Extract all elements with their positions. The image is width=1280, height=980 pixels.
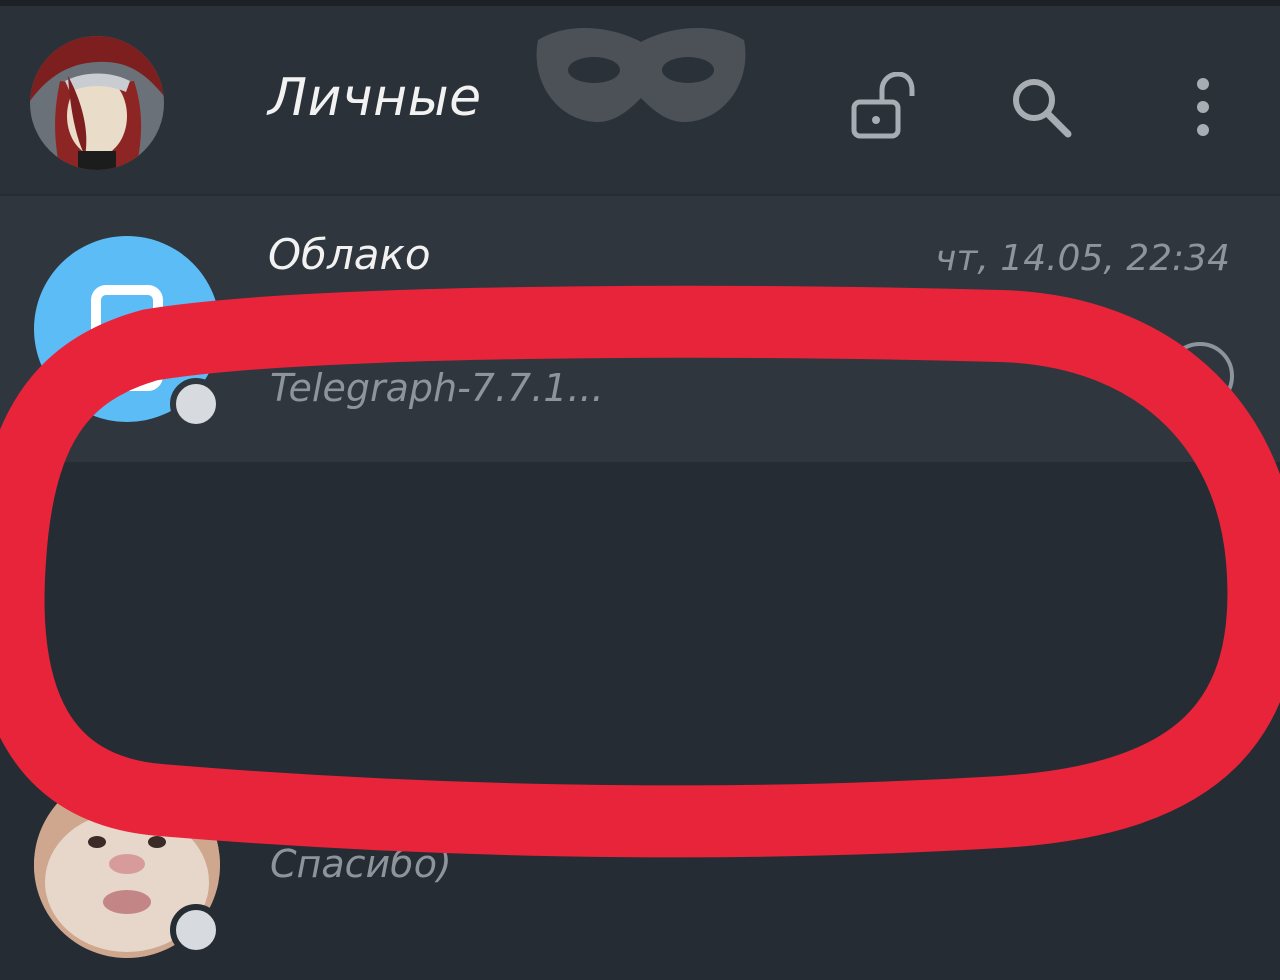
app-header: Личные	[0, 6, 1280, 194]
hidden-chat-area	[0, 462, 1280, 782]
chat-preview: Спасибо)	[270, 842, 452, 886]
chat-name: Облако	[268, 230, 431, 279]
profile-avatar-image	[30, 36, 164, 170]
status-dot	[170, 904, 222, 956]
read-status-icon	[1166, 342, 1234, 410]
status-dot	[170, 378, 222, 430]
header-title: Личные	[268, 68, 482, 128]
profile-avatar[interactable]	[30, 36, 164, 170]
search-icon[interactable]	[1006, 72, 1076, 142]
chat-time: чт, 14.05, 22:34	[935, 238, 1230, 279]
telegram-chat-list-screen: Личные Облако чт, 14.05, 22:34 Telegraph…	[0, 0, 1280, 980]
chat-row-cloud[interactable]: Облако чт, 14.05, 22:34 Telegraph-7.7.1.…	[0, 196, 1280, 462]
chat-preview: Telegraph-7.7.1...	[270, 366, 604, 410]
more-vertical-icon[interactable]	[1168, 72, 1238, 142]
incognito-mask-icon	[526, 20, 756, 130]
chat-row-hamster[interactable]: Спасибо)	[0, 772, 1280, 980]
unlock-icon[interactable]	[846, 72, 916, 142]
